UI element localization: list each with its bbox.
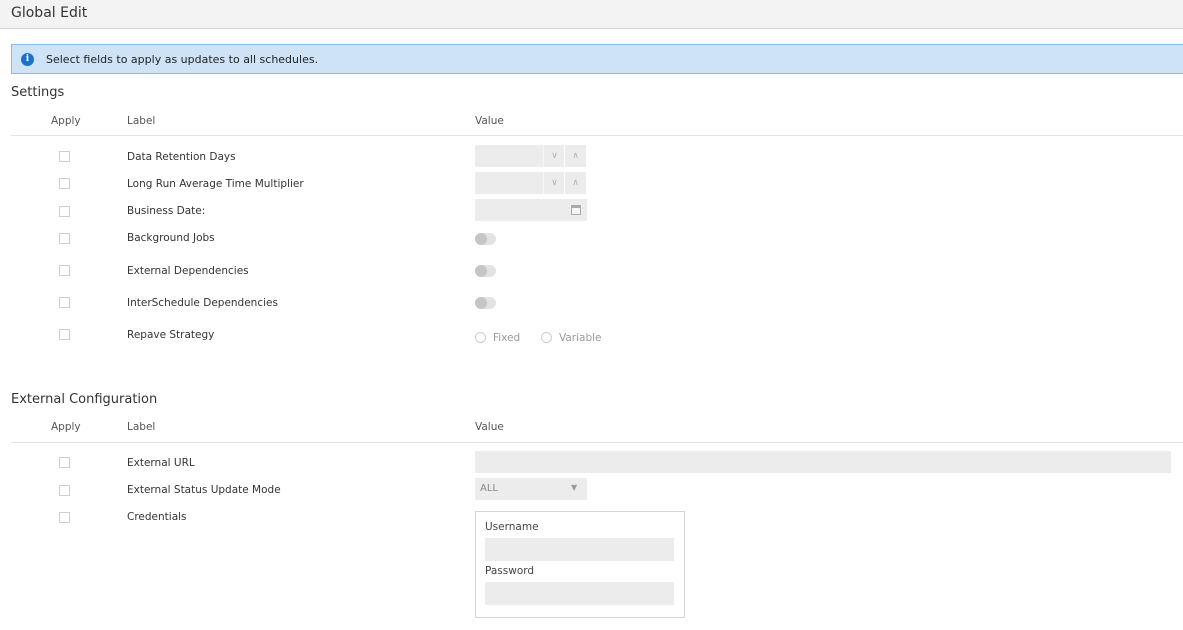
radio-fixed[interactable] bbox=[475, 332, 486, 343]
external-col-apply: Apply bbox=[51, 421, 81, 433]
data-retention-days-spinner: ∨ ∧ bbox=[475, 145, 587, 167]
radio-fixed-label[interactable]: Fixed bbox=[493, 332, 520, 344]
info-message: Select fields to apply as updates to all… bbox=[46, 53, 319, 66]
external-section-title: External Configuration bbox=[11, 392, 158, 407]
username-input[interactable] bbox=[485, 538, 674, 561]
external-col-value: Value bbox=[475, 421, 504, 433]
chevron-up-icon: ∧ bbox=[572, 151, 579, 161]
window-title: Global Edit bbox=[11, 5, 88, 21]
long-run-multiplier-increment[interactable]: ∧ bbox=[564, 172, 586, 194]
toggle-knob bbox=[475, 297, 487, 309]
label-background-jobs: Background Jobs bbox=[127, 232, 215, 244]
external-dependencies-toggle[interactable] bbox=[475, 265, 496, 277]
password-input[interactable] bbox=[485, 582, 674, 605]
username-label: Username bbox=[485, 521, 539, 533]
info-icon: i bbox=[21, 53, 34, 66]
background-jobs-toggle[interactable] bbox=[475, 233, 496, 245]
label-external-status-mode: External Status Update Mode bbox=[127, 484, 281, 496]
settings-col-apply: Apply bbox=[51, 115, 81, 127]
chevron-up-icon: ∧ bbox=[572, 178, 579, 188]
radio-variable-label[interactable]: Variable bbox=[559, 332, 602, 344]
apply-checkbox-background-jobs[interactable] bbox=[59, 233, 70, 244]
apply-checkbox-external-dependencies[interactable] bbox=[59, 265, 70, 276]
apply-checkbox-interschedule-dependencies[interactable] bbox=[59, 297, 70, 308]
apply-checkbox-credentials[interactable] bbox=[59, 512, 70, 523]
settings-divider bbox=[11, 135, 1183, 136]
label-interschedule-dependencies: InterSchedule Dependencies bbox=[127, 297, 278, 309]
label-credentials: Credentials bbox=[127, 511, 187, 523]
long-run-multiplier-spinner: ∨ ∧ bbox=[475, 172, 587, 194]
password-label: Password bbox=[485, 565, 535, 577]
caret-down-icon: ▼ bbox=[571, 483, 578, 492]
data-retention-days-increment[interactable]: ∧ bbox=[564, 145, 586, 167]
settings-col-label: Label bbox=[127, 115, 156, 127]
label-repave-strategy: Repave Strategy bbox=[127, 329, 215, 341]
info-banner: i Select fields to apply as updates to a… bbox=[11, 44, 1183, 74]
business-date-field[interactable] bbox=[475, 199, 587, 221]
apply-checkbox-data-retention-days[interactable] bbox=[59, 151, 70, 162]
radio-variable[interactable] bbox=[541, 332, 552, 343]
long-run-multiplier-decrement[interactable]: ∨ bbox=[543, 172, 565, 194]
credentials-panel: Username Password bbox=[475, 511, 685, 618]
chevron-down-icon: ∨ bbox=[551, 151, 558, 161]
apply-checkbox-external-status-mode[interactable] bbox=[59, 485, 70, 496]
apply-checkbox-business-date[interactable] bbox=[59, 206, 70, 217]
external-status-mode-value: ALL bbox=[480, 483, 498, 494]
long-run-multiplier-input[interactable] bbox=[475, 172, 543, 194]
window-titlebar: Global Edit bbox=[0, 0, 1183, 29]
settings-section-title: Settings bbox=[11, 85, 65, 100]
external-col-label: Label bbox=[127, 421, 156, 433]
data-retention-days-decrement[interactable]: ∨ bbox=[543, 145, 565, 167]
external-status-mode-select[interactable]: ALL ▼ bbox=[475, 478, 587, 500]
external-divider bbox=[11, 442, 1183, 443]
apply-checkbox-repave-strategy[interactable] bbox=[59, 329, 70, 340]
calendar-icon[interactable] bbox=[571, 205, 581, 215]
label-long-run-multiplier: Long Run Average Time Multiplier bbox=[127, 178, 304, 190]
settings-col-value: Value bbox=[475, 115, 504, 127]
apply-checkbox-long-run-multiplier[interactable] bbox=[59, 178, 70, 189]
apply-checkbox-external-url[interactable] bbox=[59, 457, 70, 468]
chevron-down-icon: ∨ bbox=[551, 178, 558, 188]
label-external-dependencies: External Dependencies bbox=[127, 265, 249, 277]
external-url-input[interactable] bbox=[475, 451, 1171, 473]
toggle-knob bbox=[475, 233, 487, 245]
label-business-date: Business Date: bbox=[127, 205, 206, 217]
label-data-retention-days: Data Retention Days bbox=[127, 151, 236, 163]
data-retention-days-input[interactable] bbox=[475, 145, 543, 167]
toggle-knob bbox=[475, 265, 487, 277]
interschedule-dependencies-toggle[interactable] bbox=[475, 297, 496, 309]
label-external-url: External URL bbox=[127, 457, 195, 469]
